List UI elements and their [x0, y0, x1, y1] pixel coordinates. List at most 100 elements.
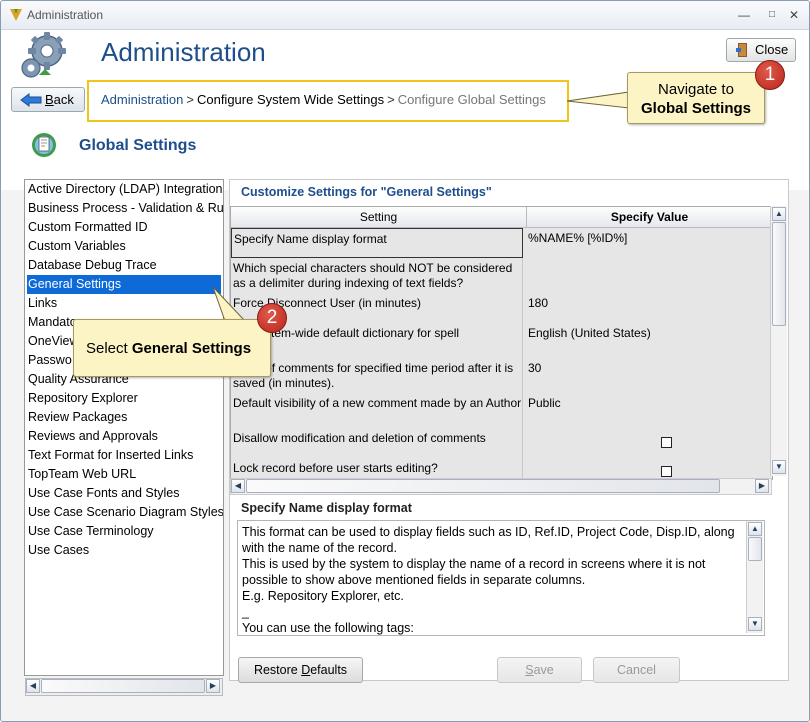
category-list-item[interactable]: Use Case Fonts and Styles — [27, 484, 179, 503]
breadcrumb-separator: > — [387, 92, 395, 107]
description-paragraph: E.g. Repository Explorer, etc. — [242, 589, 404, 603]
back-button[interactable]: Back — [11, 87, 85, 112]
category-list-item[interactable]: Database Debug Trace — [27, 256, 157, 275]
setting-value-cell[interactable]: 180 — [527, 293, 548, 326]
description-box[interactable]: This format can be used to display field… — [237, 520, 765, 636]
app-icon — [10, 9, 22, 21]
cancel-button[interactable]: Cancel — [593, 657, 680, 683]
settings-row[interactable]: Disallow modification and deletion of co… — [231, 428, 772, 459]
category-list-item[interactable]: TopTeam Web URL — [27, 465, 136, 484]
description-text: This format can be used to display field… — [242, 524, 742, 635]
breadcrumb-configure-global: Configure Global Settings — [397, 92, 546, 107]
scroll-left-arrow-icon[interactable]: ◀ — [26, 679, 40, 693]
settings-row[interactable]: Lock record before user starts editing? — [231, 458, 772, 479]
settings-row[interactable]: Specify Name display format %NAME% [%ID%] — [231, 228, 772, 259]
close-window-icon[interactable]: ✕ — [785, 7, 803, 23]
callout-2-bold: General Settings — [131, 340, 252, 357]
administration-window: Administration — □ ✕ Administration Clos… — [0, 0, 810, 722]
callout-1-line1: Navigate to — [658, 81, 734, 98]
settings-row[interactable]: diting of comments for specified time pe… — [231, 358, 772, 394]
description-vscrollbar[interactable]: ▲ ▼ — [746, 521, 763, 633]
category-list-item[interactable]: Use Case Terminology — [27, 522, 154, 541]
category-list-item[interactable]: Custom Formatted ID — [27, 218, 147, 237]
desc-scroll-thumb[interactable] — [748, 537, 762, 561]
window-title: Administration — [27, 8, 104, 22]
category-list-item[interactable]: Links — [27, 294, 57, 313]
back-arrow-icon — [20, 93, 42, 107]
setting-value-cell[interactable]: English (United States) — [527, 323, 651, 361]
setting-name-cell: Which special characters should NOT be c… — [231, 258, 523, 293]
left-list-hscrollbar[interactable]: ◀ ▶ — [25, 678, 223, 696]
settings-row[interactable]: Force Disconnect User (in minutes) 180 — [231, 293, 772, 324]
description-paragraph: You can use the following tags: — [242, 621, 414, 635]
category-list-item[interactable]: Repository Explorer — [27, 389, 138, 408]
scroll-right-arrow-icon[interactable]: ▶ — [206, 679, 220, 693]
desc-scroll-down-arrow-icon[interactable]: ▼ — [748, 617, 762, 631]
setting-name-cell: diting of comments for specified time pe… — [231, 358, 523, 393]
grid-vscrollbar[interactable]: ▲ ▼ — [770, 206, 787, 476]
category-list-item[interactable]: Use Case Scenario Diagram Styles — [27, 503, 223, 522]
scroll-up-arrow-icon[interactable]: ▲ — [772, 207, 786, 221]
settings-row[interactable]: Which special characters should NOT be c… — [231, 258, 772, 294]
desc-scroll-up-arrow-icon[interactable]: ▲ — [748, 522, 762, 536]
minimize-icon[interactable]: — — [735, 7, 753, 23]
description-paragraph: _ — [242, 605, 249, 619]
category-list-item[interactable]: Review Packages — [27, 408, 127, 427]
settings-category-list: Active Directory (LDAP) Integration Busin… — [24, 179, 224, 676]
description-paragraph: This is used by the system to display th… — [242, 557, 709, 587]
door-exit-icon — [736, 43, 747, 57]
callout-navigate: Navigate to Global Settings — [627, 72, 765, 124]
setting-value-cell[interactable]: %NAME% [%ID%] — [527, 228, 627, 261]
setting-name-cell: Specify Name display format — [231, 228, 523, 258]
callout-1-line2: Global Settings — [640, 100, 751, 117]
setting-value-cell[interactable]: Public — [527, 393, 561, 431]
breadcrumb: Administration > Configure System Wide Set… — [87, 80, 569, 122]
save-button[interactable]: Save — [497, 657, 582, 683]
setting-name-cell: Default visibility of a new comment made… — [231, 393, 523, 428]
breadcrumb-configure-system[interactable]: Configure System Wide Settings — [197, 92, 384, 107]
category-list-item[interactable]: OneView — [27, 332, 79, 351]
back-button-label: Back — [45, 92, 74, 107]
category-list-item[interactable]: Business Process - Validation & Ru — [27, 199, 223, 218]
close-button-label: Close — [755, 42, 789, 57]
setting-value-cell[interactable] — [527, 258, 528, 296]
description-paragraph: This format can be used to display field… — [242, 525, 739, 555]
category-list-item[interactable]: Active Directory (LDAP) Integration — [27, 180, 223, 199]
setting-value-cell[interactable]: 30 — [527, 358, 541, 396]
scroll-down-arrow-icon[interactable]: ▼ — [772, 460, 786, 474]
setting-name-cell: Disallow modification and deletion of co… — [231, 428, 523, 458]
settings-row[interactable]: Default visibility of a new comment made… — [231, 393, 772, 429]
column-header-value[interactable]: Specify Value — [527, 207, 772, 228]
setting-checkbox[interactable] — [661, 437, 672, 448]
settings-row[interactable]: the system-wide default dictionary for s… — [231, 323, 772, 359]
page-title: Administration — [101, 37, 266, 67]
grid-scroll-thumb[interactable] — [772, 222, 786, 326]
grid-scroll-right-arrow-icon[interactable]: ▶ — [755, 479, 769, 493]
category-list-item[interactable]: Reviews and Approvals — [27, 427, 158, 446]
title-bar: Administration — □ ✕ — [1, 1, 809, 30]
left-list-scroll-thumb[interactable] — [41, 679, 205, 693]
save-label: Save — [525, 663, 554, 677]
grid-hscroll-thumb[interactable] — [246, 479, 720, 493]
restore-defaults-button[interactable]: Restore Defaults — [238, 657, 363, 683]
close-button[interactable]: Close — [726, 38, 796, 62]
gear-icon — [21, 32, 66, 78]
breadcrumb-administration[interactable]: Administration — [101, 92, 183, 107]
callout-select-general: Select General Settings — [73, 319, 271, 377]
callout-2-prefix: Select — [86, 340, 132, 357]
global-settings-icon — [32, 133, 56, 157]
grid-scroll-left-arrow-icon[interactable]: ◀ — [231, 479, 245, 493]
column-header-setting[interactable]: Setting — [231, 207, 527, 228]
setting-checkbox[interactable] — [661, 466, 672, 477]
grid-hscrollbar[interactable]: ◀ ▶ — [230, 478, 772, 495]
maximize-icon[interactable]: □ — [763, 7, 781, 23]
category-list-item[interactable]: Text Format for Inserted Links — [27, 446, 193, 465]
section-title: Global Settings — [79, 137, 197, 154]
category-list-item[interactable]: Passwo — [27, 351, 72, 370]
category-list-item[interactable]: Mandato — [27, 313, 77, 332]
category-list-item[interactable]: Use Cases — [27, 541, 89, 560]
step-2-badge: 2 — [257, 303, 287, 333]
category-list-item[interactable]: Custom Variables — [27, 237, 126, 256]
category-list-item[interactable]: General Settings — [27, 275, 221, 294]
description-title: Specify Name display format — [241, 501, 412, 515]
